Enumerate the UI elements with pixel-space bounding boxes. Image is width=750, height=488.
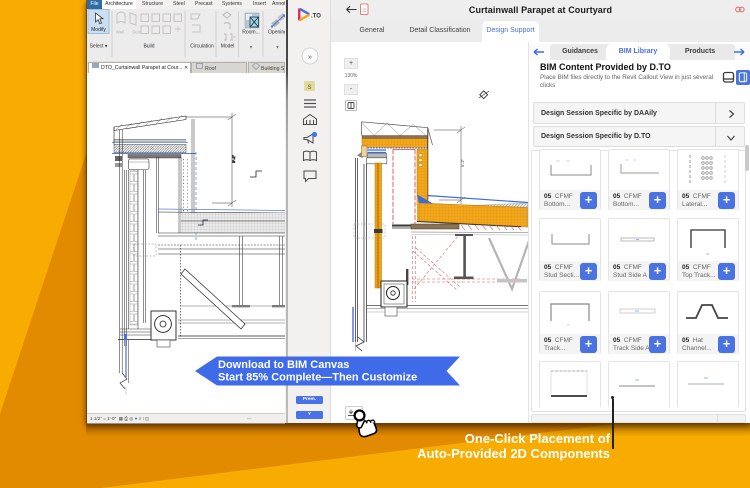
svg-text:Door: Door (132, 30, 142, 35)
svg-text:▾: ▾ (250, 45, 253, 50)
svg-text:Room...: Room... (242, 30, 260, 36)
svg-text:Build: Build (143, 44, 154, 50)
svg-text:▾: ▾ (276, 45, 279, 50)
svg-text:Model: Model (221, 44, 235, 50)
svg-text:Select ▾: Select ▾ (90, 44, 108, 50)
svg-text:Circulation: Circulation (190, 44, 214, 50)
svg-text:S: S (307, 85, 311, 91)
svg-text:Opening: Opening (268, 30, 285, 36)
svg-text:.TO: .TO (311, 14, 321, 20)
svg-text:Start 85% Complete—Then Custom: Start 85% Complete—Then Customize (218, 372, 417, 384)
svg-text:9'-2": 9'-2" (231, 154, 236, 163)
svg-text:9'-2": 9'-2" (460, 158, 465, 167)
svg-text:Wall: Wall (116, 30, 124, 35)
svg-text:»: » (308, 54, 312, 61)
svg-text:Download to BIM Canvas: Download to BIM Canvas (218, 359, 349, 371)
svg-text:Modify: Modify (91, 27, 106, 33)
